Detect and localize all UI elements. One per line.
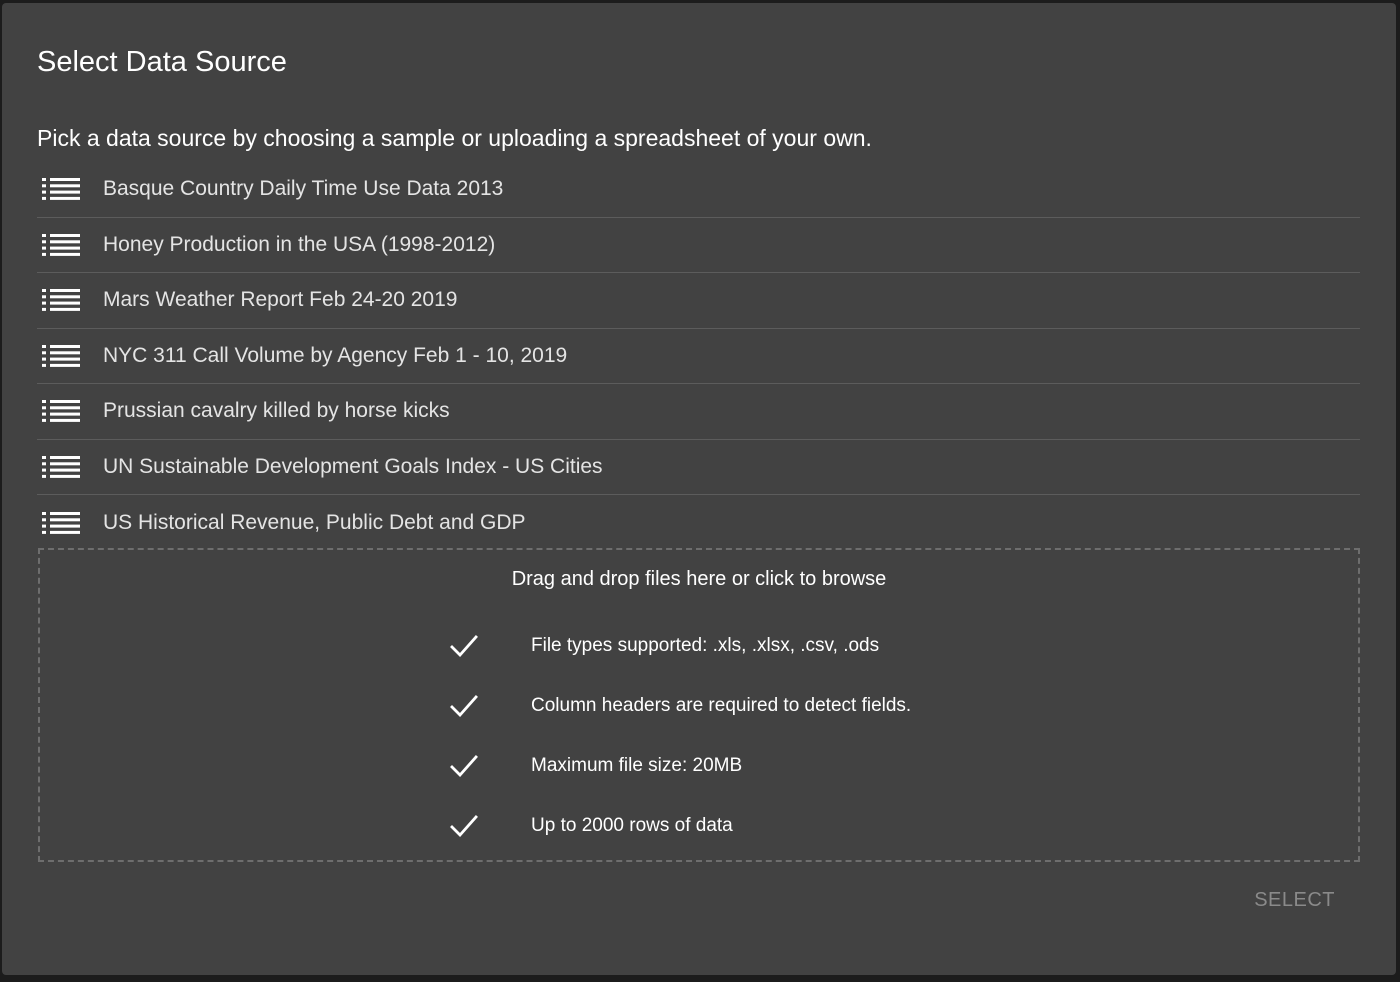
requirement-text: Maximum file size: 20MB <box>531 755 743 776</box>
source-label: Basque Country Daily Time Use Data 2013 <box>103 177 504 201</box>
source-item-us-historical-revenue[interactable]: US Historical Revenue, Public Debt and G… <box>37 495 1360 551</box>
source-label: Honey Production in the USA (1998-2012) <box>103 232 496 256</box>
source-item-honey[interactable]: Honey Production in the USA (1998-2012) <box>37 218 1360 273</box>
source-label: NYC 311 Call Volume by Agency Feb 1 - 10… <box>103 343 568 367</box>
check-icon <box>450 815 478 837</box>
source-label: UN Sustainable Development Goals Index -… <box>103 454 603 478</box>
source-item-un-sdg[interactable]: UN Sustainable Development Goals Index -… <box>37 440 1360 495</box>
list-icon <box>42 344 80 367</box>
select-data-source-dialog: Select Data Source Pick a data source by… <box>2 3 1396 975</box>
requirements-list: File types supported: .xls, .xlsx, .csv,… <box>450 616 911 856</box>
requirement-max-size: Maximum file size: 20MB <box>450 736 911 796</box>
source-label: Mars Weather Report Feb 24-20 2019 <box>103 288 458 312</box>
check-icon <box>450 635 478 657</box>
source-label: US Historical Revenue, Public Debt and G… <box>103 510 526 534</box>
select-button[interactable]: SELECT <box>1238 883 1351 918</box>
requirement-file-types: File types supported: .xls, .xlsx, .csv,… <box>450 616 911 676</box>
dialog-title: Select Data Source <box>37 46 287 78</box>
requirement-max-rows: Up to 2000 rows of data <box>450 796 911 856</box>
list-icon <box>42 455 80 478</box>
requirement-text: Column headers are required to detect fi… <box>531 695 912 716</box>
source-item-mars[interactable]: Mars Weather Report Feb 24-20 2019 <box>37 273 1360 329</box>
dialog-subtitle: Pick a data source by choosing a sample … <box>37 125 872 151</box>
requirement-column-headers: Column headers are required to detect fi… <box>450 676 911 736</box>
check-icon <box>450 755 478 777</box>
source-item-basque[interactable]: Basque Country Daily Time Use Data 2013 <box>37 162 1360 218</box>
source-item-nyc-311[interactable]: NYC 311 Call Volume by Agency Feb 1 - 10… <box>37 329 1360 384</box>
dropzone-title: Drag and drop files here or click to bro… <box>511 568 887 590</box>
requirement-text: File types supported: .xls, .xlsx, .csv,… <box>531 635 880 656</box>
data-source-list: Basque Country Daily Time Use Data 2013 … <box>37 162 1360 551</box>
list-icon <box>42 233 80 256</box>
list-icon <box>42 178 80 201</box>
file-dropzone[interactable]: Drag and drop files here or click to bro… <box>38 548 1360 862</box>
requirement-text: Up to 2000 rows of data <box>531 815 733 836</box>
check-icon <box>450 695 478 717</box>
list-icon <box>42 511 80 534</box>
list-icon <box>42 400 80 423</box>
source-item-prussian-cavalry[interactable]: Prussian cavalry killed by horse kicks <box>37 384 1360 440</box>
list-icon <box>42 289 80 312</box>
source-label: Prussian cavalry killed by horse kicks <box>103 399 450 423</box>
